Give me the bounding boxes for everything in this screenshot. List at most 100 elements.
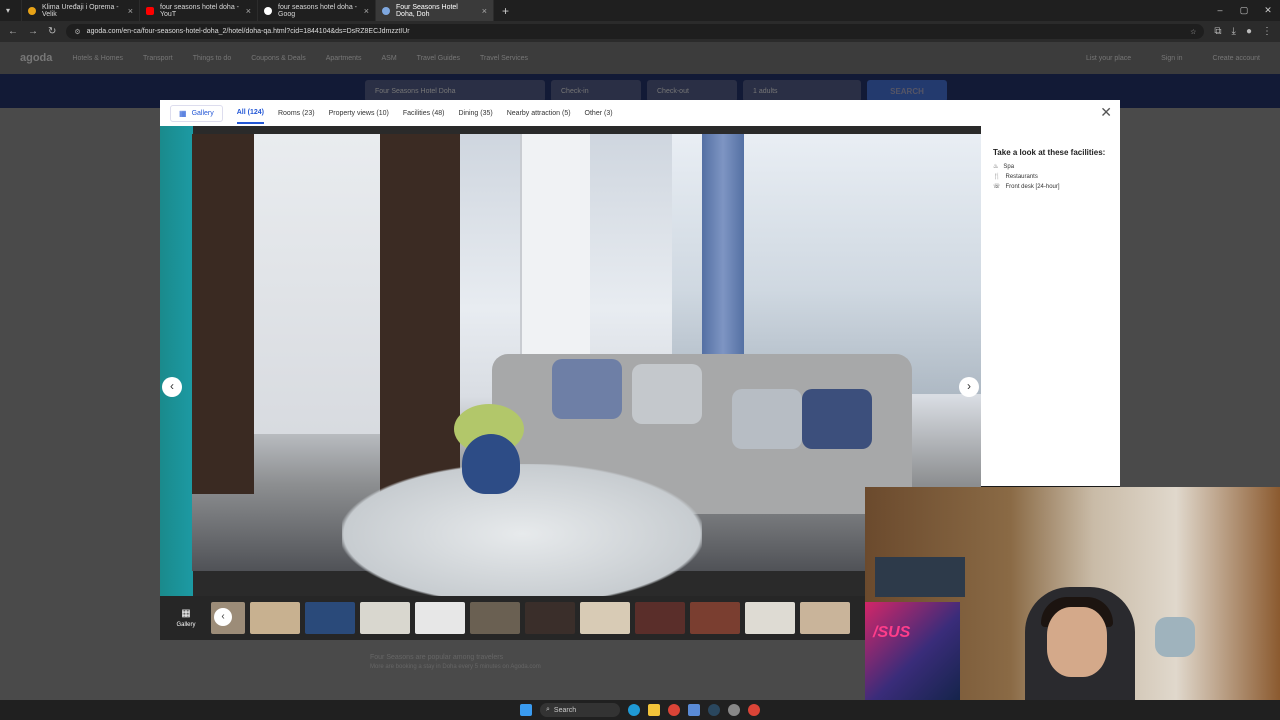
thumbnail[interactable] — [635, 602, 685, 634]
thumbnail-gallery-label: Gallery — [176, 622, 196, 628]
destination-field[interactable]: Four Seasons Hotel Doha — [365, 80, 545, 102]
list-your-place-link[interactable]: List your place — [1086, 55, 1131, 62]
mail-icon[interactable] — [688, 704, 700, 716]
thumbnail[interactable] — [360, 602, 410, 634]
maximize-icon[interactable]: ▢ — [1232, 0, 1256, 21]
browser-tab[interactable]: Klima Uređaji i Oprema - Velik × — [22, 0, 140, 21]
tab-property-views[interactable]: Property views (10) — [329, 104, 389, 123]
photo-cushion — [802, 389, 872, 449]
site-info-icon[interactable]: ⚙ — [74, 28, 80, 36]
thumbnail[interactable] — [800, 602, 850, 634]
chrome-active-icon[interactable] — [748, 704, 760, 716]
photo-cushion — [552, 359, 622, 419]
sign-in-link[interactable]: Sign in — [1161, 55, 1182, 62]
tab-all[interactable]: All (124) — [236, 103, 264, 124]
close-icon[interactable]: ✕ — [1100, 104, 1112, 121]
webcam-microphone — [1155, 617, 1195, 657]
tab-facilities[interactable]: Facilities (48) — [403, 104, 445, 123]
thumbnail[interactable] — [415, 602, 465, 634]
nav-hotels[interactable]: Hotels & Homes — [72, 55, 123, 62]
windows-start-icon[interactable] — [520, 704, 532, 716]
back-icon[interactable]: ← — [8, 26, 18, 37]
thumbnail[interactable] — [525, 602, 575, 634]
photo-bedroom — [254, 134, 380, 434]
tab-nearby-attraction[interactable]: Nearby attraction (5) — [507, 104, 571, 123]
gallery-category-bar: ▦ Gallery All (124) Rooms (23) Property … — [160, 100, 1120, 126]
thumbnail-strip: ▦ Gallery ‹ — [160, 596, 866, 640]
photo-cushion — [632, 364, 702, 424]
photo-cushion — [732, 389, 802, 449]
facility-label: Spa — [1003, 163, 1015, 170]
search-button[interactable]: SEARCH — [867, 80, 947, 102]
tab-menu-button[interactable]: ▾ — [0, 0, 22, 21]
tab-close-icon[interactable]: × — [482, 6, 487, 16]
taskbar-search[interactable]: ⌕ Search — [540, 703, 620, 717]
browser-tab[interactable]: four seasons hotel doha - Goog × — [258, 0, 376, 21]
facilities-title: Take a look at these facilities: — [993, 148, 1106, 157]
main-photo-area: ‹ › — [160, 126, 981, 596]
url-field[interactable]: ⚙ agoda.com/en-ca/four-seasons-hotel-doh… — [66, 24, 1205, 39]
agoda-favicon-icon — [382, 6, 390, 15]
windows-taskbar: ⌕ Search — [0, 700, 1280, 720]
nav-transport[interactable]: Transport — [143, 55, 173, 62]
menu-dots-icon[interactable]: ⋮ — [1262, 26, 1272, 37]
forward-icon[interactable]: → — [28, 26, 38, 37]
thumbnail[interactable] — [470, 602, 520, 634]
thumbnail[interactable] — [690, 602, 740, 634]
agoda-logo[interactable]: agoda — [20, 52, 52, 64]
facilities-panel: Take a look at these facilities: ♨ Spa 🍴… — [981, 126, 1120, 486]
tab-close-icon[interactable]: × — [246, 6, 251, 16]
nav-travel-guides[interactable]: Travel Guides — [417, 55, 460, 62]
webcam-person-face — [1047, 607, 1107, 677]
thumbnail[interactable] — [250, 602, 300, 634]
popularity-subtitle: More are booking a stay in Doha every 5 … — [370, 664, 541, 670]
next-photo-button[interactable]: › — [959, 377, 979, 397]
settings-icon[interactable] — [728, 704, 740, 716]
extensions-icon[interactable]: ⧉ — [1214, 26, 1221, 37]
tab-rooms[interactable]: Rooms (23) — [278, 104, 315, 123]
steam-icon[interactable] — [708, 704, 720, 716]
gallery-label: Gallery — [191, 109, 214, 117]
chrome-icon[interactable] — [668, 704, 680, 716]
reload-icon[interactable]: ↻ — [48, 26, 56, 37]
address-bar-row: ← → ↻ ⚙ agoda.com/en-ca/four-seasons-hot… — [0, 21, 1280, 42]
youtube-icon — [146, 6, 154, 15]
bookmark-star-icon[interactable]: ☆ — [1190, 28, 1196, 36]
facility-item: 🍴 Restaurants — [993, 173, 1108, 181]
gallery-button[interactable]: ▦ Gallery — [170, 104, 223, 122]
nav-apartments[interactable]: Apartments — [326, 55, 362, 62]
file-explorer-icon[interactable] — [648, 704, 660, 716]
downloads-icon[interactable]: ⤓ — [1232, 26, 1236, 37]
previous-photo-button[interactable]: ‹ — [162, 377, 182, 397]
nav-asm[interactable]: ASM — [382, 55, 397, 62]
site-header: agoda Hotels & Homes Transport Things to… — [0, 42, 1280, 74]
browser-tab[interactable]: four seasons hotel doha - YouT × — [140, 0, 258, 21]
close-window-icon[interactable]: ✕ — [1256, 0, 1280, 21]
profile-avatar-icon[interactable]: ● — [1246, 26, 1252, 37]
guests-field[interactable]: 1 adults — [743, 80, 861, 102]
tab-close-icon[interactable]: × — [364, 6, 369, 16]
thumbnail-gallery-button[interactable]: ▦ Gallery — [166, 608, 206, 628]
edge-icon[interactable] — [628, 704, 640, 716]
tab-dining[interactable]: Dining (35) — [458, 104, 492, 123]
thumbnail[interactable] — [745, 602, 795, 634]
photo-door-left — [192, 134, 254, 494]
checkout-field[interactable]: Check-out — [647, 80, 737, 102]
thumbnail-prev-button[interactable]: ‹ — [214, 608, 232, 626]
nav-travel-services[interactable]: Travel Services — [480, 55, 528, 62]
nav-things-to-do[interactable]: Things to do — [193, 55, 232, 62]
url-text: agoda.com/en-ca/four-seasons-hotel-doha_… — [86, 28, 410, 35]
minimize-icon[interactable]: – — [1208, 0, 1232, 21]
create-account-link[interactable]: Create account — [1213, 55, 1260, 62]
tab-favicon-icon — [28, 6, 36, 15]
tab-other[interactable]: Other (3) — [585, 104, 613, 123]
thumbnail[interactable] — [580, 602, 630, 634]
tab-title: Klima Uređaji i Oprema - Velik — [42, 3, 119, 18]
browser-tab-active[interactable]: Four Seasons Hotel Doha, Doh × — [376, 0, 494, 21]
tab-close-icon[interactable]: × — [128, 6, 133, 16]
thumbnail[interactable] — [305, 602, 355, 634]
nav-coupons[interactable]: Coupons & Deals — [251, 55, 305, 62]
checkin-field[interactable]: Check-in — [551, 80, 641, 102]
new-tab-button[interactable]: + — [502, 4, 509, 18]
grid-icon: ▦ — [179, 108, 187, 118]
